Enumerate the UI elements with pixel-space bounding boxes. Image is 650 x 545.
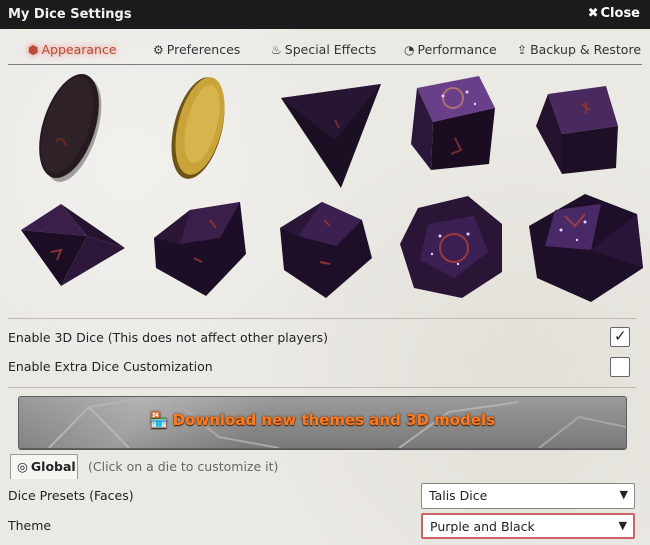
- die-coin-dark[interactable]: [36, 72, 106, 186]
- tab-preferences[interactable]: ⚙ Preferences: [153, 38, 240, 62]
- theme-value: Purple and Black: [430, 519, 535, 534]
- global-tab-label: Global: [30, 459, 76, 474]
- tab-appearance[interactable]: ⬢ Appearance: [28, 38, 117, 62]
- flame-icon: ♨: [271, 43, 282, 57]
- extra-customization-checkbox[interactable]: [610, 357, 630, 377]
- checkmark-icon: ✓: [614, 327, 627, 345]
- tab-label: Special Effects: [284, 42, 377, 57]
- upload-icon: ⇪: [517, 43, 528, 57]
- customize-hint: (Click on a die to customize it): [88, 459, 279, 474]
- window-title: My Dice Settings: [8, 7, 132, 22]
- settings-tabs: ⬢ Appearance ⚙ Preferences ♨ Special Effect…: [8, 38, 642, 65]
- tab-special-effects[interactable]: ♨ Special Effects: [271, 38, 376, 62]
- gauge-icon: ◔: [404, 43, 415, 57]
- close-icon: ✖: [587, 6, 599, 21]
- tab-performance[interactable]: ◔ Performance: [404, 38, 497, 62]
- extra-customization-label: Enable Extra Dice Customization: [8, 359, 213, 374]
- dice-settings-window: My Dice Settings ✖ Close ⬢ Appearance ⚙ Pre…: [0, 0, 650, 545]
- download-label: Download new themes and 3D models: [172, 411, 496, 429]
- tab-label: Preferences: [166, 42, 241, 57]
- die-coin-gold[interactable]: [168, 72, 238, 186]
- dice-presets-label: Dice Presets (Faces): [8, 488, 134, 503]
- close-label: Close: [600, 6, 640, 21]
- download-themes-button[interactable]: 🏪 Download new themes and 3D models: [18, 396, 627, 449]
- chevron-down-icon: ▼: [618, 519, 627, 532]
- die-d20[interactable]: [525, 190, 643, 308]
- die-d10-percentile[interactable]: [276, 198, 376, 302]
- dice-icon: ⬢: [28, 43, 39, 57]
- theme-select[interactable]: Purple and Black ▼: [421, 513, 635, 539]
- store-icon: 🏪: [149, 411, 169, 429]
- tab-backup-restore[interactable]: ⇪ Backup & Restore: [517, 38, 641, 62]
- divider: [8, 318, 636, 319]
- tab-label: Backup & Restore: [530, 42, 642, 57]
- theme-label: Theme: [8, 518, 52, 533]
- dice-preview-grid: [0, 66, 650, 316]
- dice-presets-select[interactable]: Talis Dice ▼: [421, 483, 635, 509]
- die-d12[interactable]: [398, 194, 508, 308]
- tab-label: Performance: [417, 42, 497, 57]
- die-d6-sparkle[interactable]: [405, 74, 500, 178]
- die-d4[interactable]: [275, 80, 385, 194]
- gears-icon: ⚙: [153, 43, 164, 57]
- tab-label: Appearance: [41, 42, 117, 57]
- die-d10[interactable]: [150, 198, 250, 302]
- dice-presets-value: Talis Dice: [429, 488, 488, 503]
- tab-global[interactable]: ◎ Global: [10, 454, 78, 479]
- enable-3d-label: Enable 3D Dice (This does not affect oth…: [8, 330, 329, 345]
- die-d6[interactable]: [532, 82, 627, 181]
- divider: [8, 387, 636, 388]
- chevron-down-icon: ▼: [619, 488, 628, 501]
- enable-3d-checkbox[interactable]: ✓: [610, 327, 630, 347]
- target-icon: ◎: [17, 459, 28, 474]
- die-d8[interactable]: [17, 202, 132, 296]
- title-bar: My Dice Settings ✖ Close: [0, 0, 650, 29]
- close-button[interactable]: ✖ Close: [588, 6, 642, 21]
